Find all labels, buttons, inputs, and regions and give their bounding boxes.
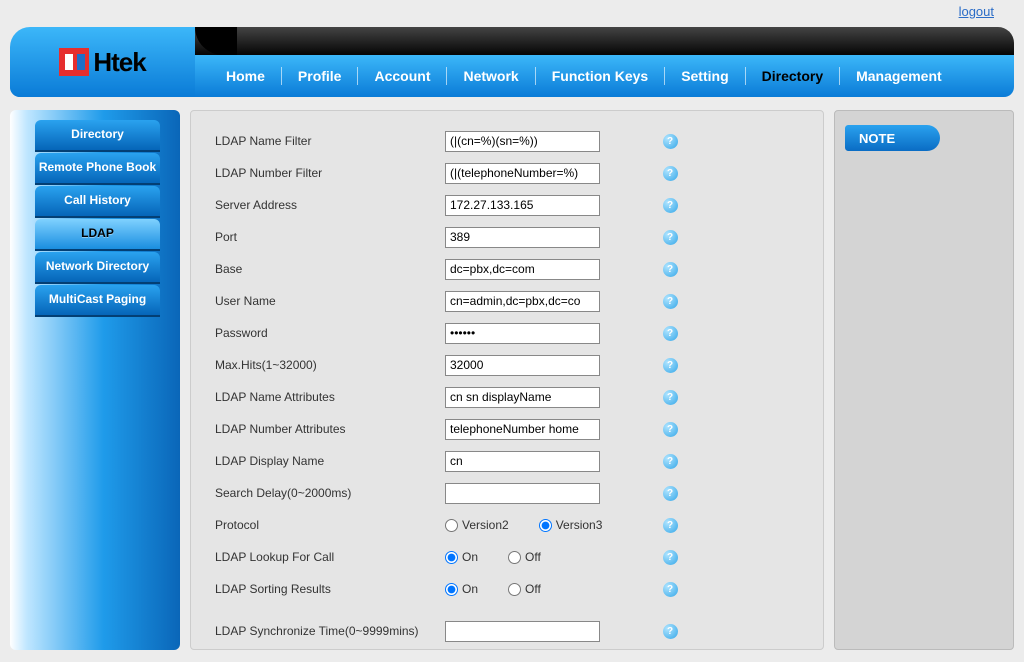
radio-protocol-v3[interactable] <box>539 519 552 532</box>
label-display-name: LDAP Display Name <box>215 454 445 468</box>
radio-sort-on[interactable] <box>445 583 458 596</box>
radio-sort-off-wrapper[interactable]: Off <box>508 582 541 596</box>
help-icon[interactable]: ? <box>663 198 678 213</box>
nav-directory[interactable]: Directory <box>746 67 840 85</box>
help-icon[interactable]: ? <box>663 166 678 181</box>
help-icon[interactable]: ? <box>663 454 678 469</box>
nav-profile[interactable]: Profile <box>282 67 359 85</box>
logo-text: Htek <box>93 47 145 78</box>
input-number-attrs[interactable] <box>445 419 600 440</box>
radio-sort-off-label: Off <box>525 582 541 596</box>
logo-mark-icon <box>59 48 89 76</box>
radio-sort-on-wrapper[interactable]: On <box>445 582 478 596</box>
input-max-hits[interactable] <box>445 355 600 376</box>
help-icon[interactable]: ? <box>663 230 678 245</box>
input-server-address[interactable] <box>445 195 600 216</box>
label-number-filter: LDAP Number Filter <box>215 166 445 180</box>
label-port: Port <box>215 230 445 244</box>
help-icon[interactable]: ? <box>663 422 678 437</box>
sidebar-item-multicast-paging[interactable]: MultiCast Paging <box>35 285 160 317</box>
radio-protocol-v3-wrapper[interactable]: Version3 <box>539 518 603 532</box>
logout-link[interactable]: logout <box>959 4 994 19</box>
label-password: Password <box>215 326 445 340</box>
input-password[interactable] <box>445 323 600 344</box>
label-base: Base <box>215 262 445 276</box>
sidebar-item-remote-phone-book[interactable]: Remote Phone Book <box>35 153 160 185</box>
help-icon[interactable]: ? <box>663 134 678 149</box>
input-port[interactable] <box>445 227 600 248</box>
help-icon[interactable]: ? <box>663 294 678 309</box>
radio-lookup-off[interactable] <box>508 551 521 564</box>
nav-account[interactable]: Account <box>358 67 447 85</box>
label-number-attrs: LDAP Number Attributes <box>215 422 445 436</box>
radio-lookup-off-wrapper[interactable]: Off <box>508 550 541 564</box>
input-base[interactable] <box>445 259 600 280</box>
help-icon[interactable]: ? <box>663 582 678 597</box>
nav-setting[interactable]: Setting <box>665 67 745 85</box>
nav-network[interactable]: Network <box>447 67 535 85</box>
header-black-bar <box>175 27 1014 57</box>
label-name-filter: LDAP Name Filter <box>215 134 445 148</box>
label-protocol: Protocol <box>215 518 445 532</box>
input-search-delay[interactable] <box>445 483 600 504</box>
radio-lookup-off-label: Off <box>525 550 541 564</box>
input-display-name[interactable] <box>445 451 600 472</box>
help-icon[interactable]: ? <box>663 624 678 639</box>
label-lookup-call: LDAP Lookup For Call <box>215 550 445 564</box>
radio-protocol-v2-wrapper[interactable]: Version2 <box>445 518 509 532</box>
form-panel: LDAP Name Filter ? LDAP Number Filter ? … <box>190 110 824 650</box>
input-name-attrs[interactable] <box>445 387 600 408</box>
help-icon[interactable]: ? <box>663 358 678 373</box>
header: Htek Home Profile Account Network Functi… <box>10 22 1014 98</box>
radio-sort-off[interactable] <box>508 583 521 596</box>
nav-home[interactable]: Home <box>210 67 282 85</box>
radio-protocol-v3-label: Version3 <box>556 518 603 532</box>
sidebar-item-call-history[interactable]: Call History <box>35 186 160 218</box>
input-user-name[interactable] <box>445 291 600 312</box>
help-icon[interactable]: ? <box>663 486 678 501</box>
input-name-filter[interactable] <box>445 131 600 152</box>
help-icon[interactable]: ? <box>663 518 678 533</box>
radio-lookup-on[interactable] <box>445 551 458 564</box>
note-panel: NOTE <box>834 110 1014 650</box>
input-sync-time[interactable] <box>445 621 600 642</box>
help-icon[interactable]: ? <box>663 550 678 565</box>
help-icon[interactable]: ? <box>663 390 678 405</box>
sidebar-item-ldap[interactable]: LDAP <box>35 219 160 251</box>
help-icon[interactable]: ? <box>663 262 678 277</box>
radio-lookup-on-label: On <box>462 550 478 564</box>
radio-protocol-v2[interactable] <box>445 519 458 532</box>
label-name-attrs: LDAP Name Attributes <box>215 390 445 404</box>
label-search-delay: Search Delay(0~2000ms) <box>215 486 445 500</box>
note-title: NOTE <box>845 125 940 151</box>
radio-protocol-v2-label: Version2 <box>462 518 509 532</box>
label-sorting: LDAP Sorting Results <box>215 582 445 596</box>
help-icon[interactable]: ? <box>663 326 678 341</box>
sidebar-item-network-directory[interactable]: Network Directory <box>35 252 160 284</box>
input-number-filter[interactable] <box>445 163 600 184</box>
radio-sort-on-label: On <box>462 582 478 596</box>
sidebar: Directory Remote Phone Book Call History… <box>10 110 180 650</box>
nav-function-keys[interactable]: Function Keys <box>536 67 665 85</box>
label-user-name: User Name <box>215 294 445 308</box>
label-sync-time: LDAP Synchronize Time(0~9999mins) <box>215 624 445 638</box>
radio-lookup-on-wrapper[interactable]: On <box>445 550 478 564</box>
logo: Htek <box>10 27 195 97</box>
nav-management[interactable]: Management <box>840 67 958 85</box>
sidebar-item-directory[interactable]: Directory <box>35 120 160 152</box>
label-max-hits: Max.Hits(1~32000) <box>215 358 445 372</box>
label-server-address: Server Address <box>215 198 445 212</box>
